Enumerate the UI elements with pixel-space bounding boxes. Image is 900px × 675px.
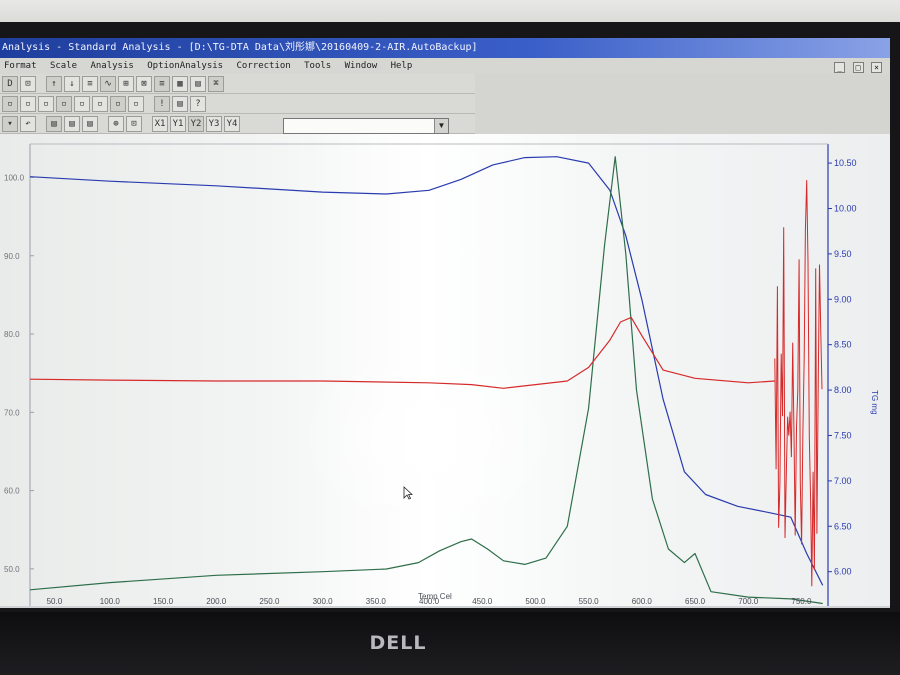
toolbar-button[interactable]: ▫ — [74, 96, 90, 112]
toolbar-button[interactable]: ▫ — [2, 96, 18, 112]
toolbar-button[interactable]: Y3 — [206, 116, 222, 132]
right-axis-tick-label: 8.00 — [834, 385, 852, 395]
minimize-button[interactable]: _ — [834, 62, 846, 73]
tga-chart: 100.0 90.0 80.0 70.0 60.0 50.0 10.50 10.00 9.50 9… — [0, 143, 890, 608]
right-axis-tick-label: 8.50 — [834, 340, 852, 350]
toolbar-button[interactable]: ↓ — [64, 76, 80, 92]
right-axis-tick-label: 10.00 — [834, 203, 857, 213]
toolbar-button[interactable]: ▫ — [20, 96, 36, 112]
x-axis-tick-label: 250.0 — [259, 597, 280, 606]
x-axis-tick-label: 650.0 — [685, 597, 706, 606]
toolbar-button[interactable]: ▤ — [172, 96, 188, 112]
x-axis-tick-label: 300.0 — [313, 597, 334, 606]
x-axis-tick-label: 750.0 — [791, 597, 812, 606]
menu-option-analysis[interactable]: OptionAnalysis — [143, 58, 227, 74]
maximize-button[interactable]: □ — [852, 62, 864, 73]
toolbar-button[interactable]: ∿ — [100, 76, 116, 92]
toolbar-button[interactable]: ⊡ — [20, 76, 36, 92]
x-axis-label: Temp Cel — [418, 592, 452, 601]
right-axis-tick-label: 7.00 — [834, 476, 852, 486]
left-axis-tick-label: 50.0 — [4, 565, 20, 574]
menu-window[interactable]: Window — [341, 58, 382, 74]
x-axis-tick-label: 500.0 — [525, 597, 546, 606]
toolbar-button[interactable]: ⊠ — [136, 76, 152, 92]
curve-select-combo[interactable]: ▼ — [283, 118, 449, 134]
right-axis-tick-label: 9.00 — [834, 294, 852, 304]
right-axis-tick-label: 10.50 — [834, 158, 857, 168]
toolbar-button[interactable]: ▫ — [110, 96, 126, 112]
left-axis-tick-label: 100.0 — [4, 173, 25, 182]
left-axis-tick-label: 90.0 — [4, 252, 20, 261]
toolbar-button[interactable]: ▫ — [38, 96, 54, 112]
monitor-bezel-bottom — [0, 612, 900, 675]
x-axis-tick-label: 100.0 — [100, 597, 121, 606]
x-axis-tick-label: 200.0 — [206, 597, 227, 606]
x-axis-tick-label: 150.0 — [153, 597, 174, 606]
toolbar-button[interactable]: ⊞ — [118, 76, 134, 92]
menu-analysis[interactable]: Analysis — [86, 58, 137, 74]
menu-scale[interactable]: Scale — [46, 58, 81, 74]
toolbar-button[interactable]: ▦ — [172, 76, 188, 92]
monitor-brand-logo: DELL — [369, 632, 427, 654]
screen: Analysis - Standard Analysis - [D:\TG-DT… — [0, 38, 890, 608]
x-axis-tick-label: 50.0 — [47, 597, 63, 606]
toolbar-button[interactable]: ▤ — [46, 116, 62, 132]
toolbar-button[interactable]: X1 — [152, 116, 168, 132]
toolbar-empty-panel — [475, 74, 890, 134]
right-axis-tick-label: 6.00 — [834, 567, 852, 577]
left-axis-tick-label: 80.0 — [4, 330, 20, 339]
left-axis-tick-label: 70.0 — [4, 408, 20, 417]
x-axis-tick-label: 550.0 — [579, 597, 600, 606]
toolbar-button[interactable]: ▫ — [92, 96, 108, 112]
toolbar-button[interactable]: ▤ — [64, 116, 80, 132]
toolbar-button[interactable]: ⊡ — [126, 116, 142, 132]
toolbar-button[interactable]: D — [2, 76, 18, 92]
toolbar-button[interactable]: ▫ — [128, 96, 144, 112]
menu-correction[interactable]: Correction — [233, 58, 295, 74]
right-axis-label: TG mg — [870, 390, 879, 414]
series-line-2 — [29, 316, 775, 389]
right-axis-tick-label: 9.50 — [834, 249, 852, 259]
toolbar-button[interactable]: ? — [190, 96, 206, 112]
right-axis-tick-label: 6.50 — [834, 521, 852, 531]
toolbar-button[interactable]: Y4 — [224, 116, 240, 132]
toolbar-button[interactable]: ▤ — [82, 116, 98, 132]
series-noise-red — [774, 180, 823, 587]
toolbar-button[interactable]: ↑ — [46, 76, 62, 92]
x-axis-tick-label: 450.0 — [472, 597, 493, 606]
toolbar-button[interactable]: ▫ — [56, 96, 72, 112]
toolbar-button[interactable]: ! — [154, 96, 170, 112]
toolbar-button[interactable]: ▤ — [190, 76, 206, 92]
x-axis-tick-label: 350.0 — [366, 597, 387, 606]
toolbar-button[interactable]: ↶ — [20, 116, 36, 132]
left-axis-tick-label: 60.0 — [4, 487, 20, 496]
toolbar-button[interactable]: ▾ — [2, 116, 18, 132]
toolbar-button[interactable]: Y1 — [170, 116, 186, 132]
toolbar-button[interactable]: ⊕ — [108, 116, 124, 132]
x-axis-tick-label: 700.0 — [738, 597, 759, 606]
toolbar-button[interactable]: ≡ — [154, 76, 170, 92]
mouse-cursor-icon — [403, 486, 413, 500]
menu-tools[interactable]: Tools — [300, 58, 335, 74]
toolbar-button[interactable]: ⌘ — [208, 76, 224, 92]
toolbar-button[interactable]: Y2 — [188, 116, 204, 132]
chevron-down-icon[interactable]: ▼ — [434, 119, 448, 133]
window-title: Analysis - Standard Analysis - [D:\TG-DT… — [2, 42, 478, 53]
right-axis-tick-label: 7.50 — [834, 430, 852, 440]
window-title-bar: Analysis - Standard Analysis - [D:\TG-DT… — [0, 38, 890, 58]
close-button[interactable]: × — [871, 62, 882, 73]
toolbar-button[interactable]: ≡ — [82, 76, 98, 92]
x-axis-band — [0, 606, 890, 608]
menu-format[interactable]: Format — [0, 58, 41, 74]
series-line-0 — [29, 156, 824, 586]
x-axis-tick-label: 600.0 — [632, 597, 653, 606]
menu-help[interactable]: Help — [387, 58, 417, 74]
menu-bar: Format Scale Analysis OptionAnalysis Cor… — [0, 58, 890, 74]
